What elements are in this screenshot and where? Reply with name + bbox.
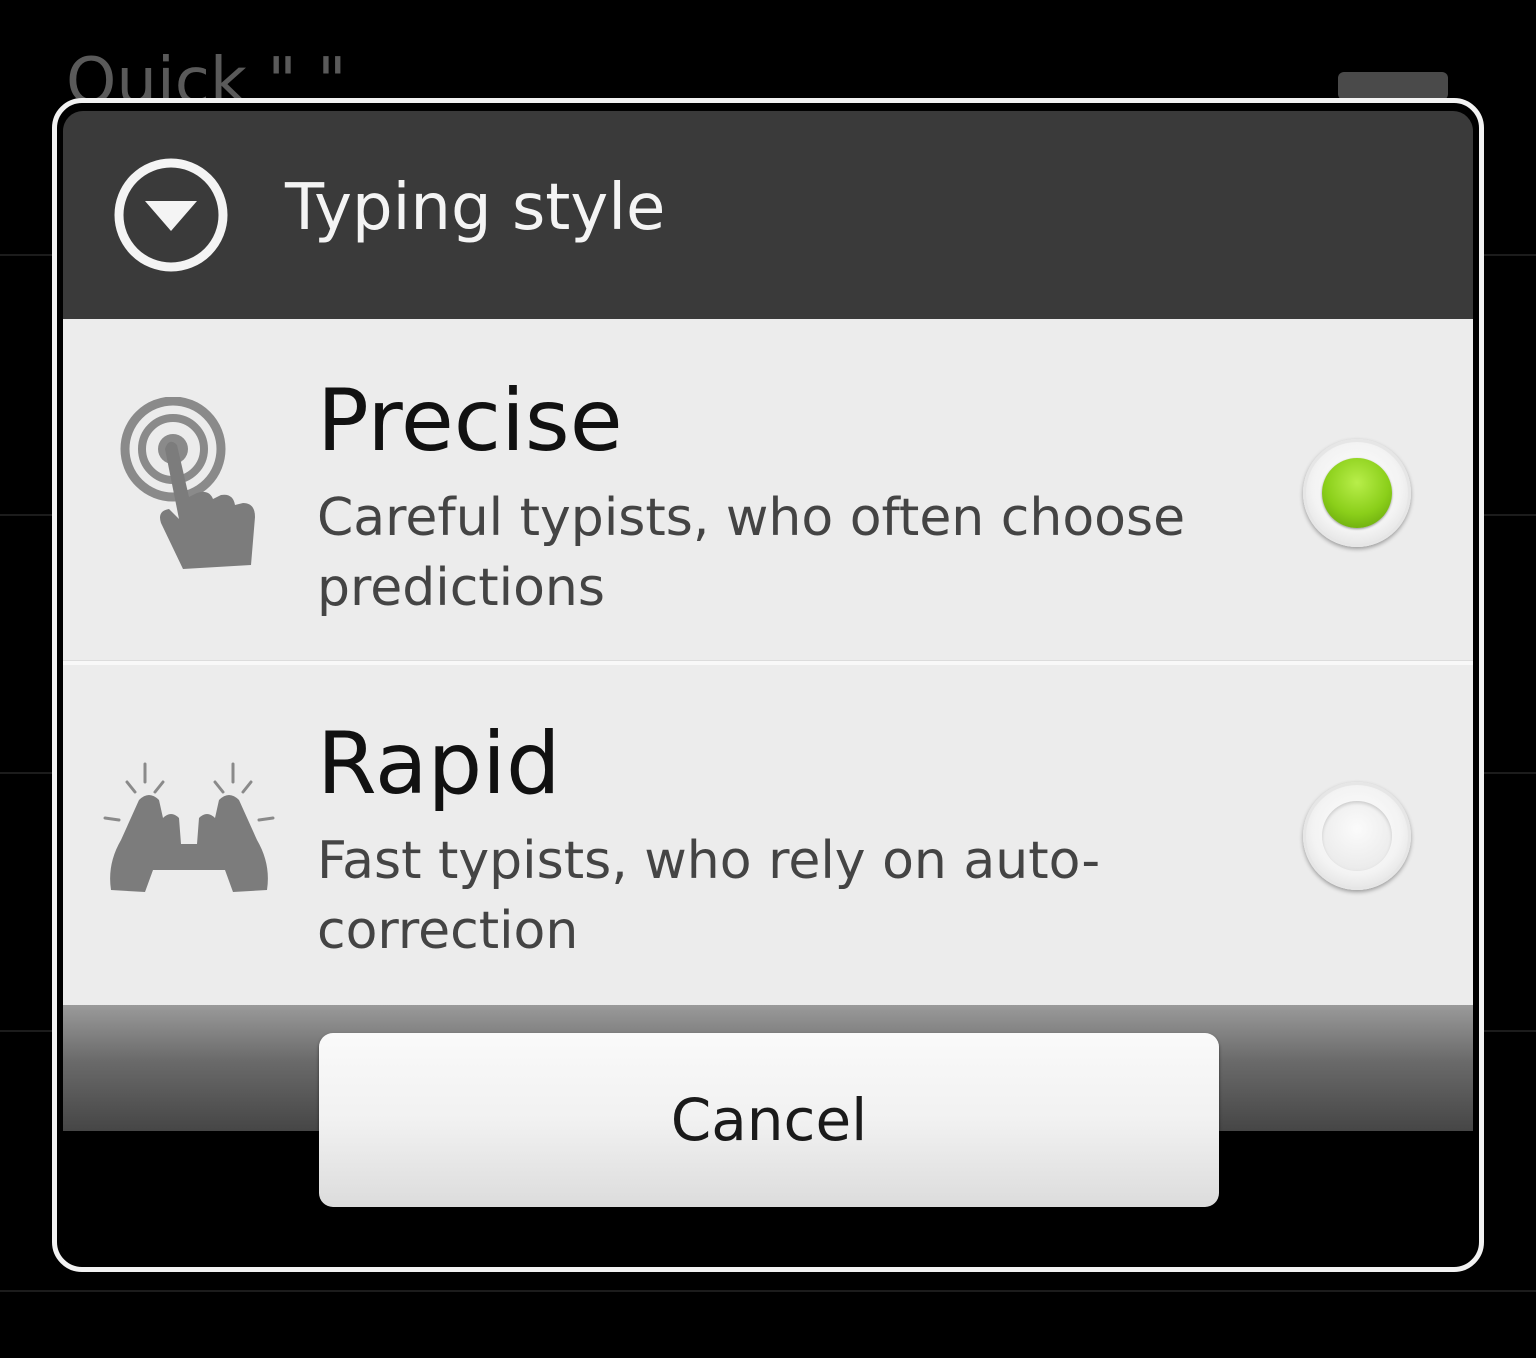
cancel-button[interactable]: Cancel <box>319 1033 1219 1207</box>
option-precise[interactable]: Precise Careful typists, who often choos… <box>63 319 1473 659</box>
cancel-button-label: Cancel <box>670 1086 868 1154</box>
radio-selected-dot <box>1322 458 1392 528</box>
option-title: Precise <box>317 371 623 471</box>
dialog-title-bar: Typing style <box>63 111 1473 319</box>
rapid-typing-icon <box>103 762 275 892</box>
option-description: Careful typists, who often choose predic… <box>317 488 1186 618</box>
dropdown-circle-icon <box>114 158 228 272</box>
radio-precise[interactable] <box>1303 439 1411 547</box>
background-screen-title: Quick " " <box>66 45 347 98</box>
background-divider <box>0 1290 1536 1292</box>
radio-unselected <box>1322 801 1392 871</box>
radio-rapid[interactable] <box>1303 782 1411 890</box>
options-list: Precise Careful typists, who often choos… <box>63 319 1473 1005</box>
dialog-title: Typing style <box>285 171 666 245</box>
option-title: Rapid <box>317 714 561 814</box>
precise-touch-icon <box>120 397 255 569</box>
background-toggle <box>1338 72 1448 100</box>
option-rapid[interactable]: Rapid Fast typists, who rely on auto-cor… <box>63 664 1473 1004</box>
typing-style-dialog: Typing style Precise Careful typists, wh… <box>52 98 1484 1272</box>
dialog-body: Typing style Precise Careful typists, wh… <box>63 111 1473 1261</box>
option-description: Fast typists, who rely on auto-correctio… <box>317 831 1101 961</box>
dialog-button-bar: Cancel <box>63 1005 1473 1261</box>
